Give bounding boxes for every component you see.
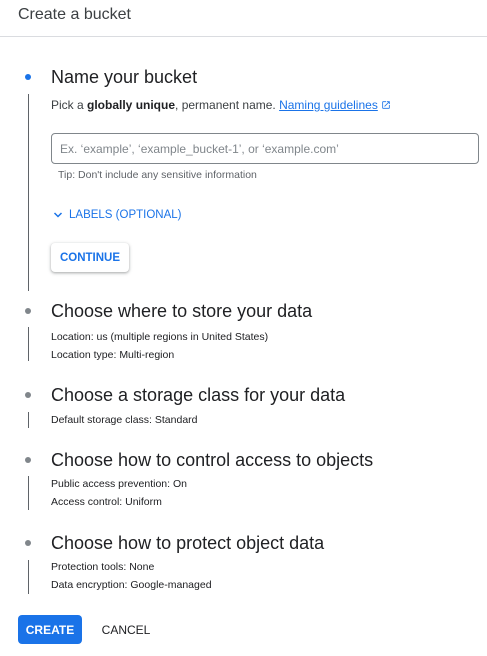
labels-toggle-label: LABELS (OPTIONAL) <box>69 209 182 221</box>
step-1-description: Pick a globally unique, permanent name. … <box>51 98 391 112</box>
access-control-value: Uniform <box>125 496 162 508</box>
location-info: Location: us (multiple regions in United… <box>51 331 268 343</box>
step-2-connector <box>28 327 29 361</box>
sensitive-info-tip: Tip: Don't include any sensitive informa… <box>58 169 257 181</box>
description-text-suffix: , permanent name. <box>175 98 280 112</box>
step-4-connector <box>28 476 29 510</box>
storage-class-value: Standard <box>154 414 198 426</box>
location-value: us (multiple regions in United States) <box>96 331 269 343</box>
protection-tools-value: None <box>129 561 155 573</box>
protection-tools-label: Protection tools: <box>51 561 127 573</box>
step-3-connector <box>28 412 29 428</box>
public-access-value: On <box>173 478 188 490</box>
access-control-label: Access control: <box>51 496 123 508</box>
step-3-indicator <box>25 392 31 398</box>
protection-tools-info: Protection tools: None <box>51 561 154 573</box>
storage-class-info: Default storage class: Standard <box>51 414 198 426</box>
naming-guidelines-label: Naming guidelines <box>279 98 378 112</box>
step-2-title: Choose where to store your data <box>51 301 313 321</box>
step-5-indicator <box>25 540 31 546</box>
step-1-connector <box>28 94 29 291</box>
description-bold-text: globally unique <box>87 98 176 112</box>
access-control-info: Access control: Uniform <box>51 496 162 508</box>
location-label: Location: <box>51 331 94 343</box>
open-in-new-icon <box>382 101 390 109</box>
description-text: Pick a <box>51 98 88 112</box>
location-type-info: Location type: Multi-region <box>51 349 174 361</box>
step-2-indicator <box>25 308 31 314</box>
location-type-label: Location type: <box>51 349 117 361</box>
step-1-title: Name your bucket <box>51 67 198 87</box>
create-button[interactable]: CREATE <box>18 615 82 644</box>
bucket-name-input[interactable] <box>51 133 479 164</box>
step-4-title: Choose how to control access to objects <box>51 450 374 470</box>
step-1-indicator <box>25 74 31 80</box>
storage-class-label: Default storage class: <box>51 414 152 426</box>
dialog-title: Create a bucket <box>18 6 131 23</box>
naming-guidelines-link[interactable]: Naming guidelines <box>279 98 391 112</box>
data-encryption-label: Data encryption: <box>51 579 128 591</box>
location-type-value: Multi-region <box>119 349 175 361</box>
public-access-label: Public access prevention: <box>51 478 171 490</box>
step-3-title: Choose a storage class for your data <box>51 385 346 405</box>
step-5-title: Choose how to protect object data <box>51 533 325 553</box>
labels-optional-toggle[interactable]: LABELS (OPTIONAL) <box>52 206 181 224</box>
step-5-connector <box>28 560 29 594</box>
data-encryption-value: Google-managed <box>130 579 212 591</box>
chevron-down-icon <box>53 212 63 218</box>
step-4-indicator <box>25 457 31 463</box>
public-access-info: Public access prevention: On <box>51 478 187 490</box>
dialog-header: Create a bucket <box>0 0 487 37</box>
data-encryption-info: Data encryption: Google-managed <box>51 579 212 591</box>
continue-button[interactable]: CONTINUE <box>51 243 129 272</box>
cancel-button[interactable]: CANCEL <box>97 615 155 644</box>
